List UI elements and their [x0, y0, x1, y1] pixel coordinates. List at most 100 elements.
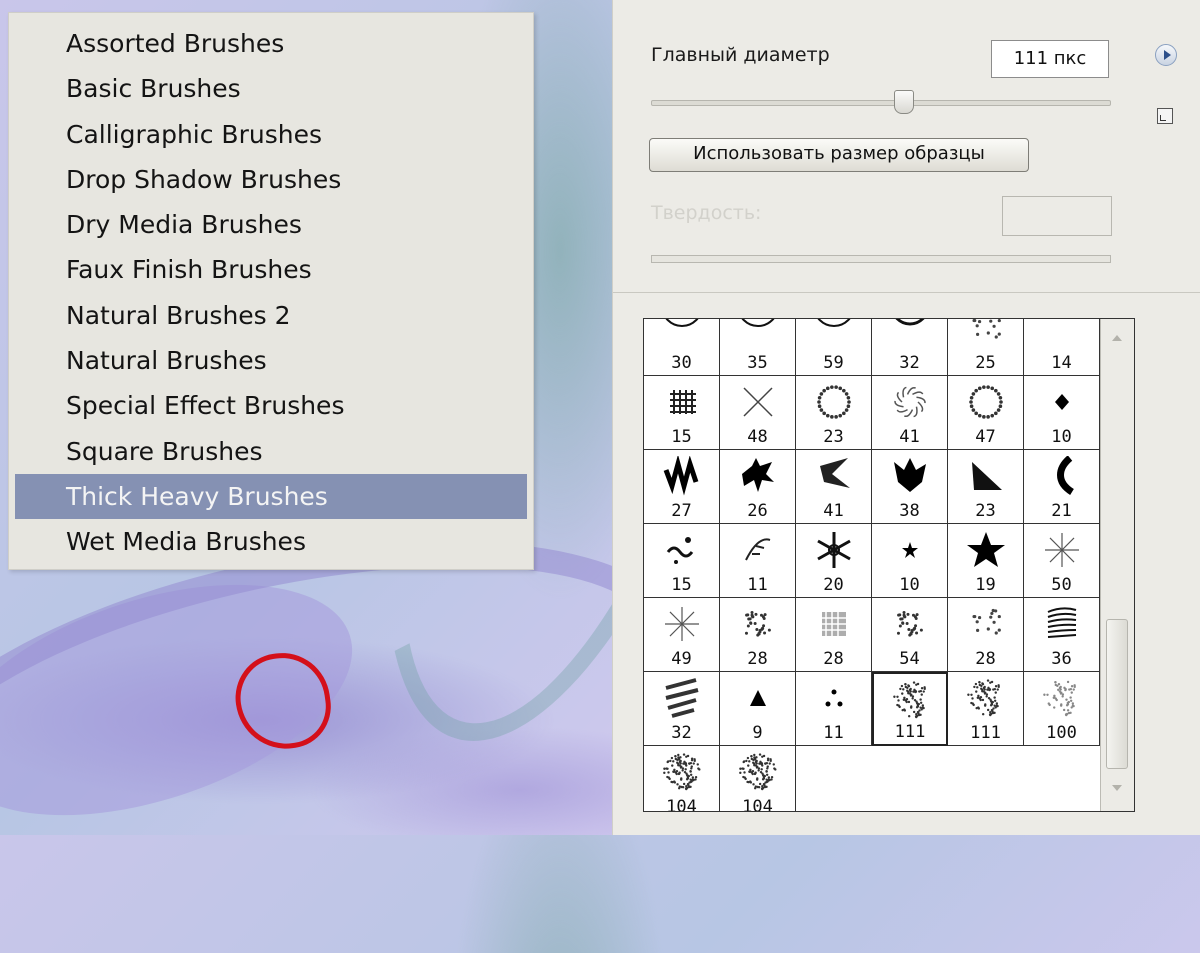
- brush-set-item[interactable]: Natural Brushes: [15, 338, 527, 383]
- star-icon: [967, 532, 1005, 567]
- brush-set-item[interactable]: Natural Brushes 2: [15, 293, 527, 338]
- brush-set-item[interactable]: Thick Heavy Brushes: [15, 473, 527, 520]
- brush-preset-star[interactable]: 19: [948, 524, 1024, 598]
- brush-preset-noise[interactable]: 111: [948, 672, 1024, 746]
- brush-set-item[interactable]: Dry Media Brushes: [15, 202, 527, 247]
- brush-size-label: 104: [742, 797, 773, 812]
- swirl-icon: [894, 386, 926, 418]
- brush-preset-speckle[interactable]: 54: [872, 598, 948, 672]
- brush-size-label: 48: [747, 427, 768, 447]
- ring-icon: [895, 319, 925, 326]
- brush-preset-cross[interactable]: 48: [720, 376, 796, 450]
- brush-preset-scatter[interactable]: 25: [948, 319, 1024, 376]
- brush-size-label: 28: [823, 649, 844, 669]
- brush-size-label: 50: [1051, 575, 1072, 595]
- brush-preset-noise-dense[interactable]: 104: [720, 746, 796, 812]
- brush-preset-burst[interactable]: 50: [1024, 524, 1100, 598]
- brush-size-label: 30: [671, 353, 692, 373]
- brush-preset-squiggle[interactable]: 15: [644, 524, 720, 598]
- scroll-up-icon[interactable]: [1112, 335, 1122, 341]
- brush-set-item[interactable]: Calligraphic Brushes: [15, 112, 527, 157]
- brush-preset-leaf[interactable]: 11: [720, 524, 796, 598]
- brush-set-item[interactable]: Basic Brushes: [15, 66, 527, 111]
- speckle-icon: [896, 610, 923, 637]
- circle-arrow-right-icon[interactable]: [1155, 44, 1177, 66]
- small-star-icon: [902, 542, 918, 558]
- brush-size-label: 100: [1046, 723, 1077, 743]
- brush-preset-streaks[interactable]: 32: [644, 672, 720, 746]
- brush-preset-noise[interactable]: 111: [872, 672, 948, 746]
- leaf-icon: [745, 538, 771, 561]
- snowflake-icon: [817, 532, 851, 568]
- brush-preset-curve[interactable]: 21: [1024, 450, 1100, 524]
- brush-set-item[interactable]: Drop Shadow Brushes: [15, 157, 527, 202]
- brush-preset-snowflake[interactable]: 20: [796, 524, 872, 598]
- brush-set-item[interactable]: Square Brushes: [15, 429, 527, 474]
- scrollbar-thumb[interactable]: [1106, 619, 1128, 769]
- brush-size-label: 15: [671, 575, 692, 595]
- speckle-icon: [744, 610, 771, 637]
- triangle-icon: [750, 690, 766, 706]
- scroll-down-icon[interactable]: [1112, 785, 1122, 791]
- master-diameter-input[interactable]: 111 пкс: [991, 40, 1109, 78]
- zigzag-icon: [663, 456, 699, 496]
- brush-preset-blot[interactable]: 38: [872, 450, 948, 524]
- brush-preset-dotted-ring[interactable]: 23: [796, 376, 872, 450]
- new-preset-icon[interactable]: [1157, 108, 1173, 124]
- brush-preset-noise-light[interactable]: 100: [1024, 672, 1100, 746]
- use-sample-size-button[interactable]: Использовать размер образцы: [649, 138, 1029, 172]
- brush-set-item[interactable]: Special Effect Brushes: [15, 383, 527, 428]
- grid-blur-icon: [822, 612, 846, 636]
- brush-preset-hash[interactable]: 15: [644, 376, 720, 450]
- burst-icon: [665, 607, 699, 641]
- brush-preset-dotted-ring[interactable]: 47: [948, 376, 1024, 450]
- hardness-input: [1002, 196, 1112, 236]
- brush-preset-noise-dense[interactable]: 104: [644, 746, 720, 811]
- hardness-label: Твердость:: [651, 202, 762, 224]
- brush-size-label: 36: [1051, 649, 1072, 669]
- brush-preset-triangle[interactable]: 9: [720, 672, 796, 746]
- brush-preset-wedge[interactable]: 23: [948, 450, 1024, 524]
- brush-set-item[interactable]: Wet Media Brushes: [15, 519, 527, 564]
- hash-icon: [670, 390, 696, 414]
- brush-set-item[interactable]: Assorted Brushes: [15, 21, 527, 66]
- brush-preset-scatter[interactable]: 28: [948, 598, 1024, 672]
- brush-preset-strokes[interactable]: 14: [1024, 319, 1100, 376]
- brush-size-label: 9: [752, 723, 763, 743]
- brush-set-item[interactable]: Faux Finish Brushes: [15, 247, 527, 292]
- wedge-icon: [972, 462, 1002, 490]
- blot-icon: [894, 458, 926, 492]
- brush-size-label: 38: [899, 501, 920, 521]
- brush-preset-splash[interactable]: 26: [720, 450, 796, 524]
- brush-preset-zigzag[interactable]: 27: [644, 450, 720, 524]
- brush-preset-feather[interactable]: 36: [1024, 598, 1100, 672]
- vertical-scrollbar[interactable]: [1100, 319, 1134, 811]
- noise-dense-icon: [739, 753, 777, 791]
- brush-preset-grid: 30 35 59 32 25 14 15 48 23 41 47 10 27 26 41 38 23 21 15 11…: [643, 318, 1135, 812]
- brush-preset-circle[interactable]: 35: [720, 319, 796, 376]
- brush-preset-diamond[interactable]: 10: [1024, 376, 1100, 450]
- brush-size-label: 59: [823, 353, 844, 373]
- brush-preset-ring[interactable]: 32: [872, 319, 948, 376]
- slider-thumb[interactable]: [894, 90, 914, 114]
- brush-preset-speckle[interactable]: 28: [720, 598, 796, 672]
- brush-size-label: 20: [823, 575, 844, 595]
- brush-size-label: 19: [975, 575, 996, 595]
- brush-preset-grid-blur[interactable]: 28: [796, 598, 872, 672]
- dotted-ring-icon: [969, 385, 1003, 419]
- master-diameter-slider[interactable]: [651, 100, 1111, 106]
- brush-preset-swirl[interactable]: 41: [872, 376, 948, 450]
- brush-size-label: 10: [899, 575, 920, 595]
- brush-preset-circle[interactable]: 59: [796, 319, 872, 376]
- brush-size-label: 41: [823, 501, 844, 521]
- feather-icon: [1047, 607, 1077, 638]
- brush-size-label: 23: [975, 501, 996, 521]
- brush-preset-small-star[interactable]: 10: [872, 524, 948, 598]
- brush-preset-burst[interactable]: 49: [644, 598, 720, 672]
- brush-preset-three-dots[interactable]: 11: [796, 672, 872, 746]
- dotted-ring-icon: [817, 385, 851, 419]
- brush-size-label: 47: [975, 427, 996, 447]
- brush-preset-chevron[interactable]: 41: [796, 450, 872, 524]
- brush-size-label: 11: [823, 723, 844, 743]
- brush-preset-circle[interactable]: 30: [644, 319, 720, 376]
